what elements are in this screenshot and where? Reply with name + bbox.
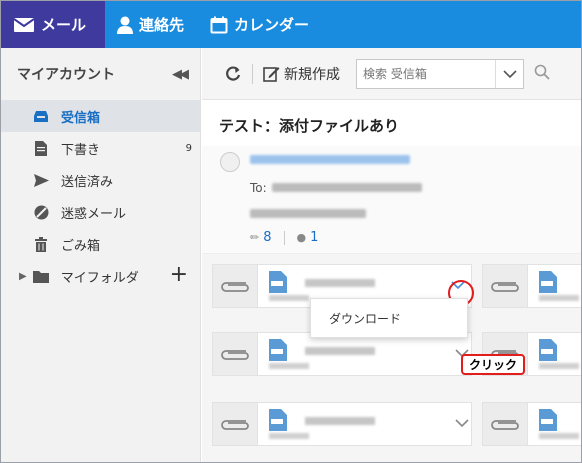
recipient-count[interactable]: 1: [310, 230, 318, 245]
txt-file-icon: [539, 271, 557, 297]
folder-icon: [32, 268, 49, 284]
nav-contacts[interactable]: 連絡先: [105, 1, 198, 48]
sidebar-item-label: 送信済み: [61, 174, 114, 190]
nav-calendar-label: カレンダー: [234, 16, 310, 34]
paperclip-icon: [213, 403, 258, 445]
attachment-size-redacted: [539, 363, 579, 369]
person-icon: ●: [296, 231, 307, 244]
attachment-name-redacted: [305, 347, 375, 355]
message-subject: テスト：添付ファイルあり: [219, 117, 400, 135]
recipient-address-redacted: [272, 183, 422, 192]
chevron-down-icon: [455, 419, 469, 428]
txt-file-icon: [539, 339, 557, 365]
attachment-size-redacted: [539, 295, 579, 301]
message-date-redacted: [250, 209, 366, 218]
add-folder-button[interactable]: +: [170, 262, 188, 287]
attachment-size-redacted: [269, 433, 309, 439]
paperclip-icon: [483, 265, 528, 307]
paperclip-icon: [213, 333, 258, 375]
nav-mail[interactable]: メール: [1, 1, 105, 48]
txt-file-icon: [269, 339, 287, 365]
to-label: To:: [250, 181, 267, 195]
attachment-card[interactable]: [212, 332, 472, 376]
nav-contacts-label: 連絡先: [139, 16, 185, 34]
top-nav: メール 連絡先 カレンダー: [1, 1, 581, 48]
paperclip-icon: [483, 403, 528, 445]
sidebar-item-label: ごみ箱: [61, 238, 101, 254]
envelope-icon: [13, 17, 35, 32]
sidebar-item-sent[interactable]: 送信済み: [1, 164, 200, 196]
nav-mail-label: メール: [41, 16, 87, 34]
sidebar-item-inbox[interactable]: 受信箱: [1, 100, 200, 132]
paperclip-icon: ✏: [250, 231, 260, 244]
attachment-name-redacted: [305, 417, 375, 425]
attachment-size-redacted: [269, 363, 309, 369]
inbox-icon: [33, 108, 49, 124]
document-icon: [33, 140, 49, 156]
attachment-size-redacted: [269, 295, 309, 301]
expand-caret-icon[interactable]: ▶: [19, 271, 27, 282]
sidebar-item-my-folders[interactable]: ▶ マイフォルダ +: [1, 260, 200, 292]
sender-address-redacted[interactable]: [250, 155, 410, 164]
sidebar-item-trash[interactable]: ごみ箱: [1, 228, 200, 260]
txt-file-icon: [539, 409, 557, 435]
trash-icon: [33, 236, 49, 252]
calendar-icon: [210, 16, 228, 33]
attachment-menu-button[interactable]: [455, 417, 469, 432]
collapse-sidebar-icon[interactable]: ◀◀: [172, 67, 189, 82]
account-title: マイアカウント: [17, 67, 115, 83]
sender-avatar: [220, 152, 240, 172]
attachment-size-redacted: [539, 433, 579, 439]
attachment-dropdown-menu: ダウンロード: [310, 298, 468, 338]
sidebar-item-label: 迷惑メール: [61, 206, 127, 222]
search-input[interactable]: [357, 59, 495, 88]
attachment-count[interactable]: 8: [263, 230, 271, 245]
txt-file-icon: [269, 271, 287, 297]
sidebar: マイアカウント ◀◀ 受信箱 下書き 9 送信済み 迷惑メール ごみ箱 ▶ マイ…: [1, 48, 201, 462]
sidebar-item-drafts[interactable]: 下書き 9: [1, 132, 200, 164]
search-button[interactable]: [534, 64, 550, 84]
refresh-icon: [226, 65, 241, 81]
attachment-card[interactable]: [212, 402, 472, 446]
paperclip-icon: [213, 265, 258, 307]
block-icon: [33, 204, 49, 220]
search-icon: [534, 64, 550, 80]
sidebar-header: マイアカウント ◀◀: [1, 48, 200, 100]
message-header: To: ✏ 8 ● 1: [202, 146, 581, 254]
message-counts: ✏ 8 ● 1: [250, 230, 318, 245]
search-scope-dropdown[interactable]: [495, 59, 523, 88]
draft-count: 9: [185, 142, 192, 154]
counts-divider: [283, 230, 285, 245]
search-box: [356, 58, 524, 89]
download-menu-item[interactable]: ダウンロード: [329, 310, 401, 327]
message-view: テスト：添付ファイルあり To: ✏ 8 ● 1 ダウンロード クリック: [202, 100, 581, 462]
sidebar-item-spam[interactable]: 迷惑メール: [1, 196, 200, 228]
sidebar-item-label: 受信箱: [61, 110, 101, 126]
mail-toolbar: 新規作成: [202, 48, 581, 100]
attachment-card[interactable]: [482, 264, 581, 308]
click-callout: クリック: [461, 354, 526, 375]
compose-label: 新規作成: [284, 66, 340, 83]
attachment-card[interactable]: [482, 402, 581, 446]
nav-calendar[interactable]: カレンダー: [198, 1, 323, 48]
compose-button[interactable]: 新規作成: [263, 64, 340, 84]
app-window: メール 連絡先 カレンダー マイアカウント ◀◀ 受信箱 下書き 9 送信済み: [0, 0, 582, 463]
compose-icon: [263, 66, 280, 82]
txt-file-icon: [269, 409, 287, 435]
attachment-name-redacted: [305, 279, 375, 287]
chevron-down-icon: [502, 69, 517, 78]
sidebar-item-label: マイフォルダ: [60, 270, 139, 286]
person-icon: [117, 16, 133, 34]
toolbar-divider: [252, 63, 253, 84]
refresh-button[interactable]: [224, 65, 242, 83]
send-icon: [33, 172, 49, 188]
sidebar-item-label: 下書き: [61, 142, 101, 158]
